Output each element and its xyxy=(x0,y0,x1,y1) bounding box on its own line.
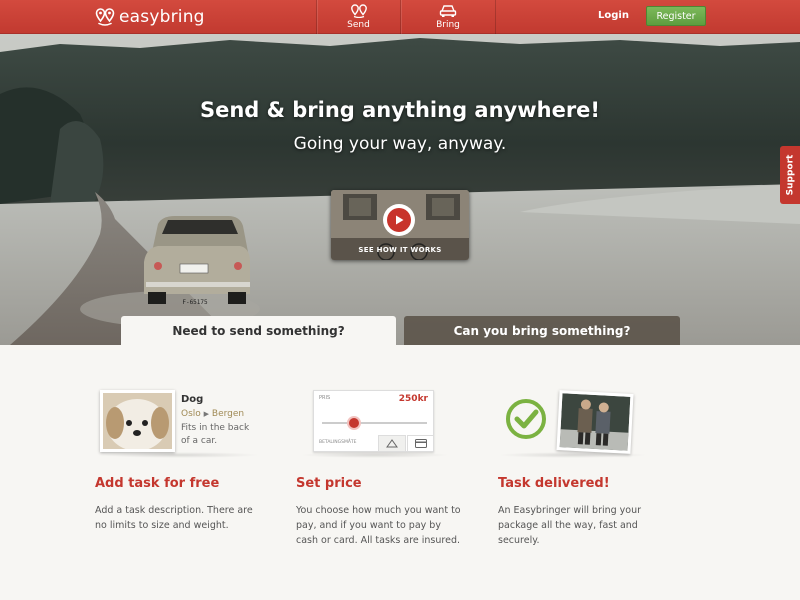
play-icon xyxy=(387,208,411,232)
check-circle-icon xyxy=(506,399,546,439)
price-value: 250kr xyxy=(398,394,428,404)
nav-send[interactable]: Send xyxy=(316,0,400,34)
route-from: Oslo xyxy=(181,409,201,419)
step-title-add-task: Add task for free xyxy=(95,476,220,491)
credit-card-icon xyxy=(414,439,427,448)
price-slider-handle[interactable] xyxy=(348,418,359,428)
car-icon xyxy=(439,5,457,17)
step-text-add-task: Add a task description. There are no lim… xyxy=(95,505,253,531)
task-note: Fits in the back of a car. xyxy=(181,423,250,446)
step-title-task-delivered: Task delivered! xyxy=(498,476,610,491)
payment-card-option[interactable] xyxy=(407,435,434,452)
payment-cash-option[interactable] xyxy=(378,435,406,452)
nav-send-label: Send xyxy=(347,20,370,30)
nav-bring-label: Bring xyxy=(436,20,460,30)
map-pins-logo-icon xyxy=(95,8,115,26)
tab-send-something[interactable]: Need to send something? xyxy=(121,316,396,345)
play-button[interactable] xyxy=(383,204,415,236)
price-slider-track[interactable] xyxy=(322,418,427,428)
top-header: easybring Send Bring Login Register xyxy=(0,0,800,34)
video-thumbnail[interactable]: SEE HOW IT WORKS xyxy=(331,190,469,260)
step-text-set-price: You choose how much you want to pay, and… xyxy=(296,505,461,546)
delivery-photo xyxy=(556,390,634,454)
tab-bring-something[interactable]: Can you bring something? xyxy=(404,316,680,345)
login-link[interactable]: Login xyxy=(598,10,629,21)
payment-label: BETALINGSMÅTE xyxy=(319,440,357,445)
support-label: Support xyxy=(785,154,796,196)
dog-photo xyxy=(100,390,175,452)
card-shadow xyxy=(100,452,260,458)
card-shadow xyxy=(300,452,450,458)
step-text-task-delivered: An Easybringer will bring your package a… xyxy=(498,505,642,546)
route-arrow-icon: ▶ xyxy=(203,410,210,418)
step-title-set-price: Set price xyxy=(296,476,362,491)
task-name: Dog xyxy=(181,394,204,405)
price-label: PRIS xyxy=(319,395,331,401)
logo-text: easybring xyxy=(119,7,205,27)
hero-title: Send & bring anything anywhere! xyxy=(199,98,601,122)
task-card: Dog Oslo ▶ Bergen Fits in the back of a … xyxy=(100,390,255,452)
cash-icon xyxy=(386,439,398,448)
hero-banner: F-65175 Send & bring anything anywhere! … xyxy=(0,34,800,345)
video-caption: SEE HOW IT WORKS xyxy=(358,246,442,254)
nav-bring[interactable]: Bring xyxy=(400,0,496,34)
task-route: Oslo ▶ Bergen xyxy=(181,409,244,419)
delivery-image xyxy=(559,393,631,451)
license-plate-text: F-65175 xyxy=(182,299,208,306)
card-shadow xyxy=(498,452,648,458)
dog-image xyxy=(103,393,172,451)
route-to: Bergen xyxy=(211,409,245,419)
delivered-illustration xyxy=(500,390,640,456)
map-pins-icon xyxy=(350,4,367,18)
register-button[interactable]: Register xyxy=(646,6,706,26)
logo[interactable]: easybring xyxy=(95,6,205,28)
support-tab[interactable]: Support xyxy=(780,146,800,204)
hero-subtitle: Going your way, anyway. xyxy=(293,134,507,154)
price-card: PRIS 250kr BETALINGSMÅTE xyxy=(313,390,434,452)
